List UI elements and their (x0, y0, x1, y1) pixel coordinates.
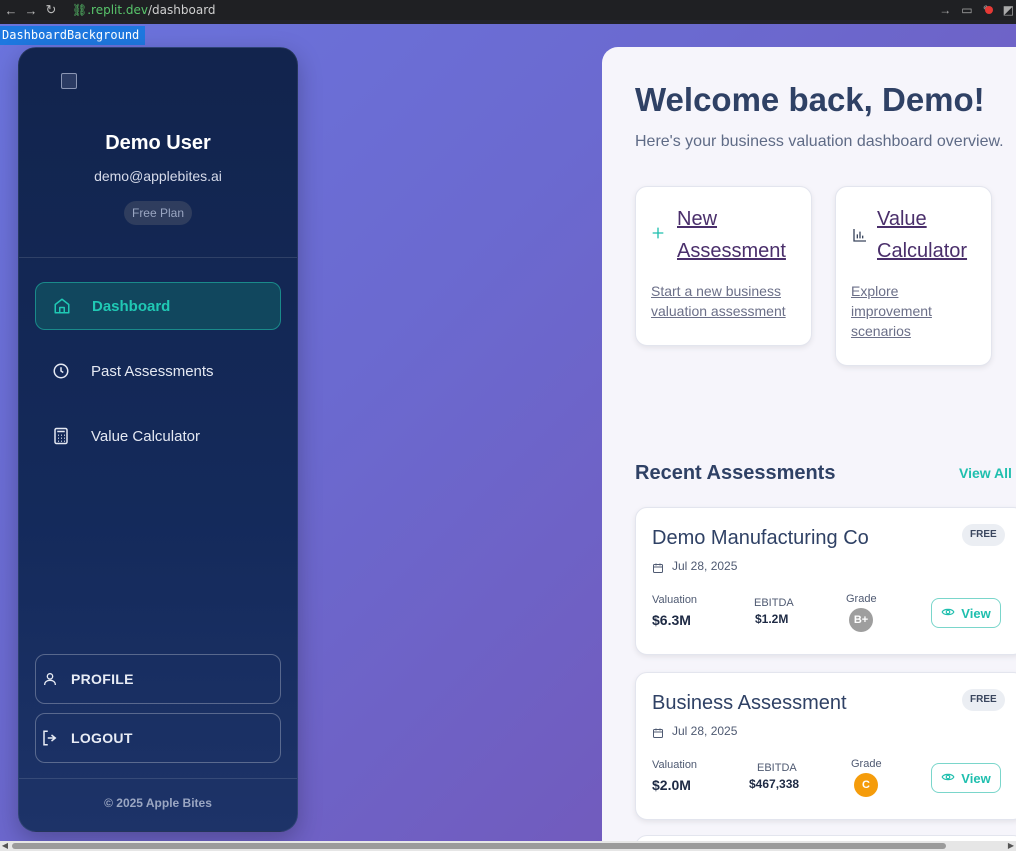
view-label: View (961, 770, 991, 786)
grade-badge: C (854, 773, 878, 797)
profile-button[interactable]: PROFILE (35, 654, 281, 704)
browser-actions: → ▭ ✎ ◩ (939, 0, 1016, 20)
logout-label: LOGOUT (71, 730, 133, 746)
value-calculator-card[interactable]: Value Calculator Explore improvement scenar… (835, 186, 992, 366)
sidebar-item-label: Value Calculator (91, 427, 200, 445)
main-panel: Welcome back, Demo! Here's your business… (602, 47, 1016, 851)
sidebar-item-past-assessments[interactable]: Past Assessments (35, 347, 281, 395)
new-assessment-card[interactable]: New Assessment Start a new business valuat… (635, 186, 812, 346)
assessment-date: Jul 28, 2025 (672, 559, 738, 573)
horizontal-scrollbar[interactable]: ◀ ▶ (0, 841, 1016, 851)
back-icon[interactable]: ← (2, 3, 20, 18)
valuation-label: Valuation (652, 759, 698, 771)
new-assessment-description[interactable]: Start a new business valuation assessment (651, 281, 786, 321)
ebitda-label: EBITDA (754, 597, 794, 609)
assessment-card: Demo Manufacturing Co FREE Jul 28, 2025 … (635, 507, 1016, 655)
notification-dot (984, 6, 993, 14)
browser-toolbar: ← → ↻ ⛓.replit.dev/dashboard → ▭ ✎ ◩ (0, 0, 1016, 20)
logo-image (61, 73, 241, 115)
assessment-name: Demo Manufacturing Co (652, 527, 869, 549)
forward-icon[interactable]: → (22, 3, 40, 18)
url-path: /dashboard (148, 3, 216, 17)
tier-badge: FREE (962, 524, 1005, 546)
profile-label: PROFILE (71, 671, 134, 687)
value-calculator-description[interactable]: Explore improvement scenarios (851, 281, 932, 341)
debug-label: DashboardBackground (0, 26, 146, 45)
scroll-right-icon[interactable]: ▶ (1006, 841, 1016, 851)
grade-label: Grade (851, 758, 882, 770)
eye-icon (941, 605, 955, 622)
extension-icon[interactable]: ✎ (983, 3, 993, 17)
window-icon[interactable]: ◩ (1003, 3, 1014, 17)
copyright-text: © 2025 Apple Bites (104, 796, 212, 810)
screen-icon[interactable]: ▭ (961, 3, 972, 17)
plan-badge: Free Plan (124, 201, 192, 225)
view-assessment-button[interactable]: View (931, 598, 1001, 628)
clock-icon (51, 361, 71, 381)
scrollbar-thumb[interactable] (12, 843, 946, 849)
scroll-left-icon[interactable]: ◀ (0, 841, 10, 851)
calculator-icon (51, 426, 71, 446)
calendar-icon (652, 561, 664, 573)
logout-icon (41, 729, 59, 747)
valuation-value: $2.0M (652, 777, 691, 793)
url-host: .replit.dev (87, 3, 149, 17)
view-all-link[interactable]: View All (959, 465, 1012, 481)
tier-badge: FREE (962, 689, 1005, 711)
view-label: View (961, 605, 991, 621)
address-bar[interactable]: ⛓.replit.dev/dashboard (72, 3, 216, 17)
assessment-date: Jul 28, 2025 (672, 724, 738, 738)
grade-label: Grade (846, 593, 877, 605)
sidebar-item-value-calculator[interactable]: Value Calculator (35, 412, 281, 460)
new-assessment-link[interactable]: New Assessment (677, 203, 786, 267)
calendar-icon (652, 726, 664, 738)
plus-icon (650, 225, 668, 243)
sidebar-footer-divider (19, 778, 297, 779)
page-subtitle: Here's your business valuation dashboard… (635, 133, 1004, 150)
grade-badge: B+ (849, 608, 873, 632)
valuation-label: Valuation (652, 594, 698, 606)
user-icon (41, 670, 59, 688)
valuation-value: $6.3M (652, 612, 691, 628)
sidebar-item-label: Dashboard (92, 297, 171, 315)
go-arrow-icon[interactable]: → (939, 3, 951, 17)
ebitda-value: $467,338 (749, 777, 800, 791)
recent-assessments-title: Recent Assessments (635, 462, 836, 484)
page-title: Welcome back, Demo! (635, 81, 985, 118)
sidebar-item-dashboard[interactable]: Dashboard (35, 282, 281, 330)
reload-icon[interactable]: ↻ (42, 2, 60, 18)
sidebar: Demo User demo@applebites.ai Free Plan D… (18, 47, 298, 832)
assessment-card: Business Assessment FREE Jul 28, 2025 Va… (635, 672, 1016, 820)
sidebar-divider (19, 257, 297, 258)
ebitda-label: EBITDA (757, 762, 797, 774)
eye-icon (941, 770, 955, 787)
broken-image-icon (61, 73, 77, 89)
bar-chart-icon (852, 227, 870, 245)
value-calculator-link[interactable]: Value Calculator (877, 203, 967, 267)
logout-button[interactable]: LOGOUT (35, 713, 281, 763)
sidebar-item-label: Past Assessments (91, 362, 214, 380)
assessment-name: Business Assessment (652, 692, 847, 714)
user-email: demo@applebites.ai (94, 168, 222, 184)
ebitda-value: $1.2M (755, 612, 789, 626)
home-icon (52, 296, 72, 316)
user-name: Demo User (105, 132, 211, 154)
view-assessment-button[interactable]: View (931, 763, 1001, 793)
